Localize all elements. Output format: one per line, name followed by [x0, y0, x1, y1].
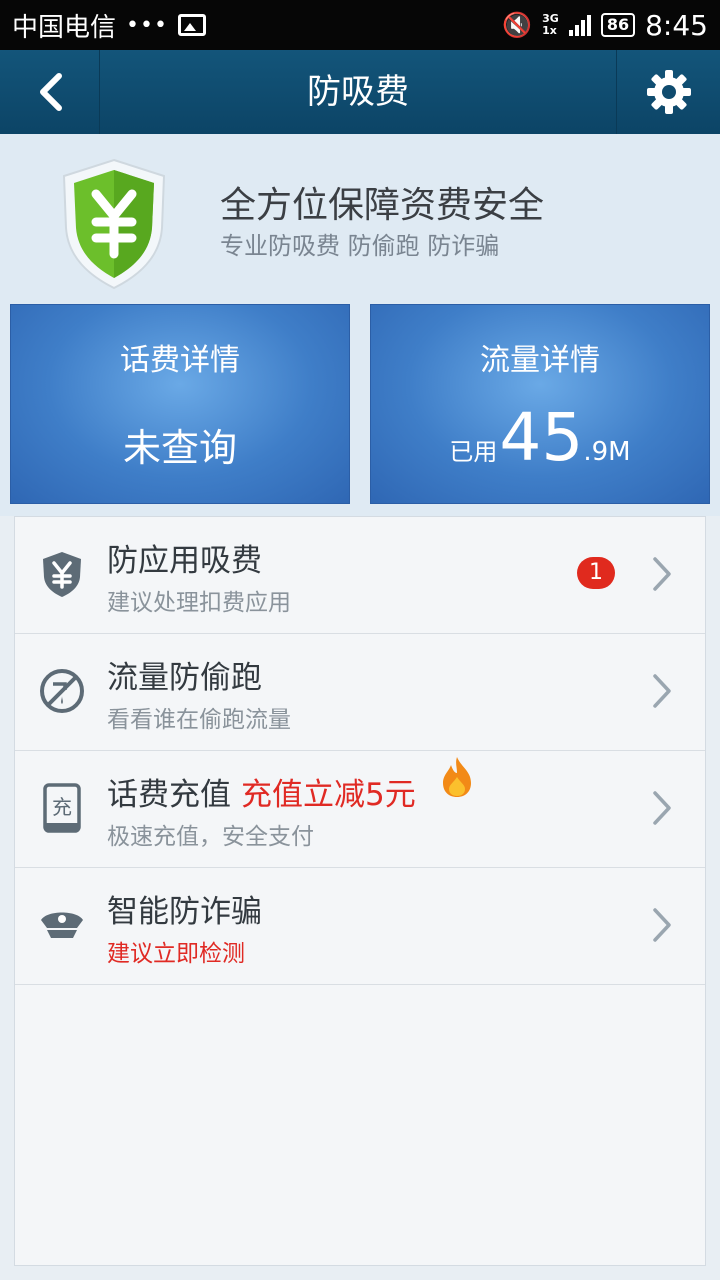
feature-list: 防应用吸费 建议处理扣费应用 1 流量防偷跑 看看谁在偷跑流量 充 话费充值 充值… — [14, 516, 706, 1266]
list-item-title: 智能防诈骗 — [107, 894, 262, 930]
back-arrow-icon — [39, 73, 62, 111]
svg-text:充: 充 — [52, 795, 72, 819]
recharge-icon: 充 — [43, 783, 81, 833]
card-status: 未查询 — [122, 426, 237, 470]
carrier-label: 中国电信 — [12, 12, 117, 43]
promo-label: 充值立减5元 — [241, 777, 416, 813]
fire-icon — [443, 757, 471, 797]
hero-subtitle: 专业防吸费 防偷跑 防诈骗 — [220, 232, 500, 260]
gear-icon — [646, 70, 691, 114]
back-button[interactable] — [0, 50, 100, 134]
yen-shield-icon — [43, 552, 81, 597]
list-item-subtitle: 建议处理扣费应用 — [107, 590, 291, 616]
network-type: 3G 1x — [542, 12, 559, 37]
battery-icon: 86 — [600, 13, 636, 37]
list-item-data-leak-protection[interactable]: 流量防偷跑 看看谁在偷跑流量 — [15, 634, 705, 751]
phone-fee-card[interactable]: 话费详情 未查询 — [10, 304, 350, 504]
yen-shield-logo-icon — [62, 158, 166, 290]
list-item-title: 话费充值 充值立减5元 — [107, 769, 416, 814]
card-title: 流量详情 — [480, 343, 600, 378]
list-item-title: 防应用吸费 — [107, 543, 262, 579]
list-item-phone-recharge[interactable]: 充 话费充值 充值立减5元 极速充值，安全支付 — [15, 751, 705, 868]
data-usage-value: 已用 45 .9M — [371, 403, 709, 473]
title-bar: 防吸费 — [0, 50, 720, 134]
list-item-app-fee-protection[interactable]: 防应用吸费 建议处理扣费应用 1 — [15, 517, 705, 634]
settings-button[interactable] — [616, 50, 720, 134]
card-title: 话费详情 — [120, 343, 240, 378]
count-badge: 1 — [577, 557, 615, 589]
list-item-title-text: 话费充值 — [107, 777, 231, 813]
usage-integer: 45 — [499, 399, 584, 476]
more-notifications-icon: ••• — [126, 12, 168, 38]
usage-prefix: 已用 — [449, 438, 498, 466]
status-bar: 中国电信 ••• 🔇 3G 1x 86 8:45 — [0, 0, 720, 50]
chevron-right-icon — [653, 908, 671, 942]
page-title: 防吸费 — [307, 72, 409, 112]
clock: 8:45 — [645, 8, 708, 42]
signal-icon — [568, 14, 591, 36]
mute-icon: 🔇 — [502, 11, 533, 39]
hero-section: 全方位保障资费安全 专业防吸费 防偷跑 防诈骗 话费详情 未查询 流量详情 已用… — [0, 134, 720, 516]
list-item-title: 流量防偷跑 — [107, 660, 262, 696]
police-cap-icon — [41, 912, 83, 938]
no-leak-icon — [40, 669, 84, 713]
image-notification-icon — [177, 14, 206, 36]
list-item-subtitle: 看看谁在偷跑流量 — [107, 707, 291, 733]
list-item-fraud-protection[interactable]: 智能防诈骗 建议立即检测 — [15, 868, 705, 985]
chevron-right-icon — [653, 674, 671, 708]
chevron-right-icon — [653, 791, 671, 825]
hero-title: 全方位保障资费安全 — [220, 185, 545, 226]
data-usage-card[interactable]: 流量详情 已用 45 .9M — [370, 304, 710, 504]
list-item-subtitle: 极速充值，安全支付 — [107, 824, 314, 850]
list-item-subtitle: 建议立即检测 — [107, 941, 245, 967]
chevron-right-icon — [653, 557, 671, 591]
usage-decimal: .9M — [583, 437, 631, 467]
